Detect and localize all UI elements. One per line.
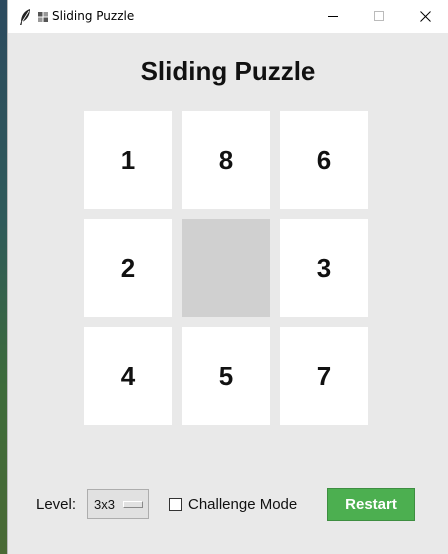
option-menu-indicator-icon — [123, 501, 143, 508]
minimize-button[interactable] — [310, 0, 356, 33]
close-icon — [420, 11, 431, 22]
level-label: Level: — [36, 496, 77, 513]
puzzle-tile[interactable]: 1 — [84, 111, 172, 209]
restart-button[interactable]: Restart — [327, 488, 415, 521]
puzzle-tile[interactable]: 2 — [84, 219, 172, 317]
puzzle-tile[interactable]: 7 — [280, 327, 368, 425]
puzzle-tile[interactable]: 3 — [280, 219, 368, 317]
puzzle-piece-icon — [37, 10, 49, 22]
puzzle-window: Sliding Puzzle Sliding Puzzle 1 8 6 2 3 … — [8, 0, 448, 554]
puzzle-tile[interactable]: 5 — [182, 327, 270, 425]
challenge-mode-label[interactable]: Challenge Mode — [188, 496, 297, 513]
controls-bar: Level: 3x3 Challenge Mode Restart — [8, 486, 448, 522]
puzzle-tile[interactable]: 4 — [84, 327, 172, 425]
level-select[interactable]: 3x3 — [87, 489, 149, 519]
challenge-mode-checkbox[interactable] — [169, 498, 182, 511]
window-title: Sliding Puzzle — [52, 9, 135, 23]
maximize-icon — [374, 11, 384, 21]
close-button[interactable] — [402, 0, 448, 33]
page-title: Sliding Puzzle — [140, 56, 316, 86]
empty-tile — [182, 219, 270, 317]
maximize-button[interactable] — [356, 0, 402, 33]
puzzle-tile[interactable]: 6 — [280, 111, 368, 209]
minimize-icon — [328, 16, 338, 17]
title-bar[interactable]: Sliding Puzzle — [8, 0, 448, 33]
level-select-value: 3x3 — [94, 497, 115, 512]
puzzle-board: 1 8 6 2 3 4 5 7 — [84, 111, 368, 425]
feather-icon — [18, 8, 32, 26]
puzzle-tile[interactable]: 8 — [182, 111, 270, 209]
